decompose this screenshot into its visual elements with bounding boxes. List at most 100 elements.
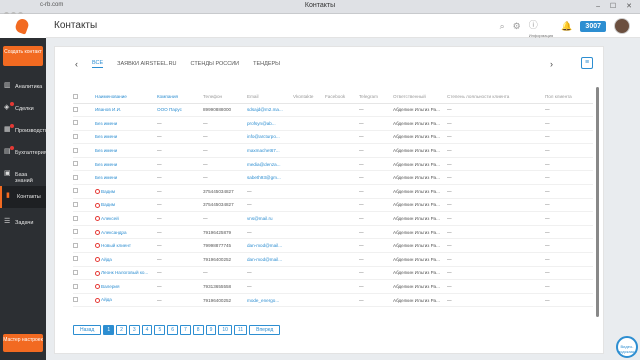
sidebar-item-accounting[interactable]: ▤ Бухгалтерия (0, 142, 47, 164)
table-cell[interactable]: — (157, 157, 203, 172)
table-cell[interactable]: — (157, 170, 203, 186)
logo[interactable] (0, 14, 46, 38)
window-buttons[interactable]: – ☐ ✕ (596, 2, 636, 10)
table-cell[interactable]: — (157, 238, 203, 254)
page-4-button[interactable]: 4 (141, 325, 153, 335)
settings-master-button[interactable]: Мастер настроек (3, 334, 43, 352)
row-checkbox[interactable] (73, 229, 78, 235)
row-checkbox[interactable] (73, 174, 78, 180)
tabs-prev-arrow[interactable]: ‹ (75, 59, 78, 69)
table-cell[interactable]: ООО Парус (157, 103, 203, 118)
row-checkbox[interactable] (73, 133, 78, 139)
sidebar-item-tasks[interactable]: ☰ Задачи (0, 212, 46, 234)
col-name[interactable]: Наименование (95, 91, 157, 104)
table-row[interactable]: Без имени — — maxmachet67... — Абделкин Ильги… (73, 143, 593, 158)
table-row[interactable]: Леонк Налоговый ко... — — — — Абделкин Ильгиз… (73, 266, 593, 281)
row-checkbox[interactable] (73, 161, 78, 167)
row-checkbox[interactable] (73, 120, 78, 126)
row-checkbox[interactable] (73, 201, 78, 207)
col-responsible[interactable]: Ответственный (393, 91, 447, 104)
col-email[interactable]: Email (247, 91, 293, 104)
table-cell[interactable]: — (247, 266, 293, 281)
table-cell[interactable]: Алексей (95, 211, 157, 226)
page-6-button[interactable]: 6 (167, 325, 179, 335)
table-row[interactable]: Иванов И.И. ООО Парус 89990888000 sdsajd@m2… (73, 103, 593, 118)
table-cell[interactable]: Айда (95, 252, 157, 267)
page-8-button[interactable]: 8 (192, 325, 204, 335)
table-cell[interactable]: — (157, 143, 203, 158)
page-3-button[interactable]: 3 (128, 325, 140, 335)
row-checkbox[interactable] (73, 188, 78, 194)
table-cell[interactable]: — (157, 116, 203, 131)
col-company[interactable]: Компания (157, 91, 203, 104)
sidebar-item-analytics[interactable]: ▥ Аналитика (0, 76, 46, 98)
gear-icon[interactable]: ⚙ (513, 21, 521, 32)
tab-stands[interactable]: СТЕНДЫ РОССИИ (191, 61, 240, 67)
col-telegram[interactable]: Telegram (359, 91, 393, 104)
tab-all[interactable]: ВСЕ (92, 60, 104, 68)
table-cell[interactable]: — (247, 225, 293, 240)
page-1-button[interactable]: 1 (103, 325, 115, 335)
row-checkbox[interactable] (73, 269, 78, 275)
sidebar-item-production[interactable]: ▦ Производство (0, 120, 51, 142)
table-cell[interactable]: Без имени (95, 116, 157, 131)
row-checkbox[interactable] (73, 256, 78, 262)
table-cell[interactable]: Александра (95, 225, 157, 240)
tabs-next-arrow[interactable]: › (550, 59, 553, 69)
table-cell[interactable]: sdsajd@m2.ma... (247, 103, 293, 118)
page-5-button[interactable]: 5 (154, 325, 166, 335)
table-row[interactable]: Алексей — — vns@mail.ru — Абделкин Ильгиз Ра.… (73, 211, 593, 226)
table-row[interactable]: Новый клиент —79998877745 dan-mod@mail... —… (73, 238, 593, 254)
table-row[interactable]: Вадим —375445034827— — Абделкин Ильгиз Ра..… (73, 184, 593, 199)
table-cell[interactable]: — (157, 184, 203, 199)
search-icon[interactable]: ⌕ (500, 21, 505, 32)
next-page-button[interactable]: Вперед (249, 325, 281, 335)
sidebar-item-deals[interactable]: ◈ Сделки (0, 98, 46, 120)
row-checkbox[interactable] (73, 297, 78, 303)
row-checkbox[interactable] (73, 215, 78, 221)
tab-tenders[interactable]: ТЕНДЕРЫ (253, 61, 280, 67)
table-cell[interactable]: Без имени (95, 143, 157, 158)
table-cell[interactable]: maxmachet67... (247, 143, 293, 158)
row-checkbox[interactable] (73, 147, 78, 153)
table-cell[interactable]: — (157, 130, 203, 145)
table-row[interactable]: Без имени — — info@arcturpo... — Абделкин Иль… (73, 130, 593, 145)
view-toggle-icon[interactable]: ≡ (581, 57, 593, 69)
col-phone[interactable]: Телефон (203, 91, 247, 104)
avatar[interactable] (614, 18, 630, 34)
table-cell[interactable]: dan-mod@mail... (247, 238, 293, 254)
page-11-button[interactable]: 11 (233, 325, 248, 335)
table-cell[interactable]: sabeth93@gm... (247, 170, 293, 186)
row-checkbox[interactable] (73, 106, 78, 112)
video-help-button[interactable]: Видео-подсказка (616, 336, 638, 358)
col-gender[interactable]: Пол клиента (545, 91, 593, 104)
row-checkbox[interactable] (73, 242, 78, 248)
table-cell[interactable]: Без имени (95, 130, 157, 145)
row-checkbox[interactable] (73, 283, 78, 289)
table-cell[interactable]: profsyn@ab... (247, 116, 293, 131)
col-vk[interactable]: Vkontakte (293, 91, 325, 104)
table-cell[interactable]: Вадим (95, 198, 157, 213)
table-cell[interactable]: Валерия (95, 279, 157, 294)
table-row[interactable]: Валерия —79313655558— — Абделкин Ильгиз Ра.… (73, 279, 593, 294)
table-cell[interactable]: — (157, 198, 203, 213)
bell-icon[interactable]: 🔔 (561, 21, 572, 32)
table-row[interactable]: Без имени — — sabeth93@gm... — Абделкин Ильги… (73, 170, 593, 186)
table-row[interactable]: Александра —79196425879— — Абделкин Ильгиз … (73, 225, 593, 240)
table-cell[interactable]: — (157, 266, 203, 281)
tab-airsteel[interactable]: ЗАЯВКИ AIRSTEEL.RU (117, 61, 176, 67)
table-cell[interactable]: — (157, 211, 203, 226)
table-row[interactable]: Вадим —375445034827— — Абделкин Ильгиз Ра..… (73, 198, 593, 213)
scrollbar[interactable] (596, 87, 599, 317)
table-cell[interactable]: info@arcturpo... (247, 130, 293, 145)
table-cell[interactable]: Вадим (95, 184, 157, 199)
sidebar-item-knowledge[interactable]: ▣ База знаний (0, 164, 46, 186)
table-row[interactable]: Без имени — — media@denza... — Абделкин Ильги… (73, 157, 593, 172)
page-2-button[interactable]: 2 (116, 325, 127, 335)
table-cell[interactable]: — (157, 225, 203, 240)
col-facebook[interactable]: Facebook (325, 91, 359, 104)
table-cell[interactable]: Без имени (95, 157, 157, 172)
page-7-button[interactable]: 7 (180, 325, 191, 335)
page-10-button[interactable]: 10 (218, 325, 232, 335)
balance-badge[interactable]: 3007 (580, 20, 606, 32)
